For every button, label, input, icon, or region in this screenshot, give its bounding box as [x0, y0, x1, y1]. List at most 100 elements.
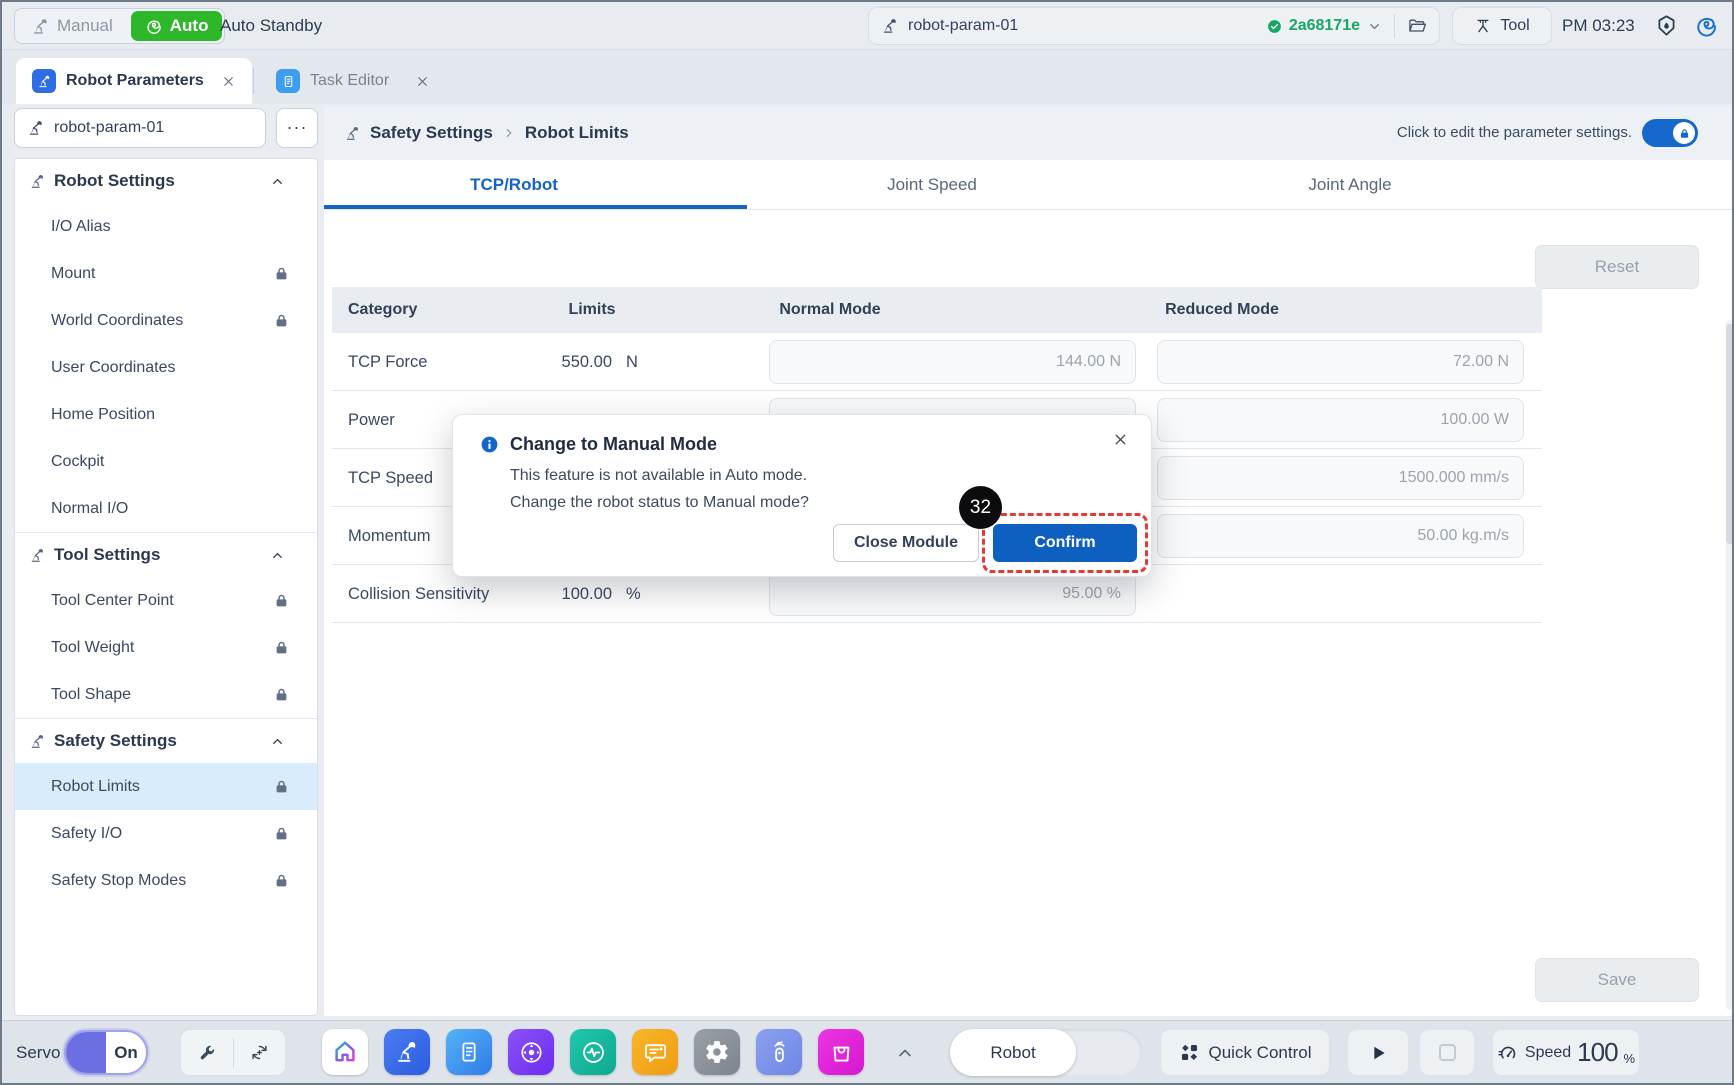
app-task-editor-button[interactable]: [446, 1029, 492, 1075]
row-category: TCP Speed: [348, 449, 433, 507]
reduced-mode-input[interactable]: 72.00 N: [1157, 340, 1524, 384]
spiral-icon[interactable]: [1694, 13, 1719, 38]
item-label: Home Position: [51, 406, 155, 423]
auto-swirl-icon: [145, 17, 163, 35]
section-robot-settings[interactable]: Robot Settings: [15, 159, 317, 203]
confirm-button[interactable]: Confirm: [993, 524, 1137, 562]
tab-label: Robot Parameters: [66, 72, 204, 90]
sidebar-item-safety-io[interactable]: Safety I/O: [15, 810, 317, 857]
header-limits: Limits: [568, 287, 615, 333]
check-circle-icon: [1266, 18, 1283, 35]
wrench-button[interactable]: [181, 1043, 233, 1063]
lock-icon: [274, 687, 289, 702]
item-label: Tool Center Point: [51, 592, 174, 609]
chevron-down-icon[interactable]: [1367, 19, 1382, 34]
sidebar-item-safety-stop-modes[interactable]: Safety Stop Modes: [15, 857, 317, 904]
clock-time: PM 03:23: [1562, 2, 1635, 50]
robot-arm-icon: [881, 17, 899, 35]
item-label: Tool Shape: [51, 686, 131, 703]
tool-label: Tool: [1500, 17, 1529, 35]
normal-mode-input[interactable]: 95.00 %: [769, 572, 1136, 616]
sidebar-item-user-coordinates[interactable]: User Coordinates: [15, 344, 317, 391]
content-scrollbar[interactable]: [1726, 320, 1734, 1010]
chevron-up-icon: [270, 734, 285, 749]
tab-joint-speed[interactable]: Joint Speed: [887, 160, 977, 210]
manual-mode-button[interactable]: Manual: [15, 9, 129, 43]
controller-icon[interactable]: [1654, 13, 1679, 38]
quick-control-button[interactable]: Quick Control: [1160, 1029, 1330, 1076]
stop-button[interactable]: [1419, 1029, 1475, 1076]
chat-message-icon: [642, 1039, 669, 1066]
parameter-file-selector[interactable]: robot-param-01 2a68171e: [868, 7, 1440, 45]
robot-arm-icon: [29, 547, 46, 564]
close-module-button[interactable]: Close Module: [833, 524, 979, 562]
chevron-up-icon: [270, 548, 285, 563]
sidebar-item-tool-shape[interactable]: Tool Shape: [15, 671, 317, 718]
sidebar-item-home-position[interactable]: Home Position: [15, 391, 317, 438]
dock-collapse-chevron-icon[interactable]: [895, 1043, 915, 1063]
scroll-thumb[interactable]: [1726, 324, 1734, 544]
row-category: TCP Force: [348, 333, 427, 391]
parameter-name-field[interactable]: robot-param-01: [14, 108, 266, 148]
quick-control-grid-icon: [1179, 1042, 1200, 1063]
tab-joint-angle[interactable]: Joint Angle: [1308, 160, 1391, 210]
app-store-button[interactable]: [818, 1029, 864, 1075]
item-label: Robot Limits: [51, 778, 140, 795]
dialog-message-line1: This feature is not available in Auto mo…: [510, 467, 807, 485]
quick-control-label: Quick Control: [1209, 1043, 1312, 1063]
auto-mode-button[interactable]: Auto: [131, 11, 223, 41]
app-log-button[interactable]: [632, 1029, 678, 1075]
sidebar-more-button[interactable]: ···: [276, 108, 318, 148]
speed-value: 100: [1577, 1037, 1617, 1068]
app-settings-button[interactable]: [694, 1029, 740, 1075]
header-normal-mode: Normal Mode: [779, 287, 880, 333]
sidebar-item-tool-center-point[interactable]: Tool Center Point: [15, 577, 317, 624]
tab-task-editor[interactable]: Task Editor: [260, 58, 446, 104]
robot-mode-toggle[interactable]: Robot: [950, 1029, 1142, 1076]
sidebar-item-io-alias[interactable]: I/O Alias: [15, 203, 317, 250]
sidebar-item-tool-weight[interactable]: Tool Weight: [15, 624, 317, 671]
app-jog-button[interactable]: [508, 1029, 554, 1075]
app-home-button[interactable]: [322, 1029, 368, 1075]
open-folder-icon[interactable]: [1407, 16, 1427, 36]
reduced-mode-input[interactable]: 1500.000 mm/s: [1157, 456, 1524, 500]
section-tool-settings[interactable]: Tool Settings: [15, 533, 317, 577]
speed-control[interactable]: Speed 100 %: [1492, 1029, 1640, 1076]
tab-tcp-robot[interactable]: TCP/Robot: [470, 160, 558, 210]
app-remote-button[interactable]: [756, 1029, 802, 1075]
sidebar-item-robot-limits[interactable]: Robot Limits: [15, 763, 317, 810]
table-row-tcp-force: TCP Force 550.00 N 144.00 N 72.00 N: [332, 333, 1542, 391]
close-tab-icon[interactable]: [415, 74, 430, 89]
reset-button[interactable]: Reset: [1535, 245, 1699, 289]
tab-robot-parameters[interactable]: Robot Parameters: [16, 58, 252, 104]
close-tab-icon[interactable]: [221, 74, 236, 89]
app-monitoring-button[interactable]: [570, 1029, 616, 1075]
save-button[interactable]: Save: [1535, 958, 1699, 1002]
sidebar-item-mount[interactable]: Mount: [15, 250, 317, 297]
item-label: Mount: [51, 265, 95, 282]
step-badge: 32: [959, 486, 1002, 529]
close-dialog-icon[interactable]: [1112, 431, 1129, 448]
edit-lock-toggle[interactable]: [1642, 119, 1698, 147]
sidebar-item-normal-io[interactable]: Normal I/O: [15, 485, 317, 532]
sidebar-item-world-coordinates[interactable]: World Coordinates: [15, 297, 317, 344]
settings-navigation: Robot Settings I/O Alias Mount World Coo…: [14, 158, 318, 1016]
tool-button[interactable]: Tool: [1452, 7, 1552, 45]
active-tab-underline: [324, 205, 747, 209]
servo-toggle[interactable]: On: [64, 1030, 148, 1075]
normal-mode-input[interactable]: 144.00 N: [769, 340, 1136, 384]
reduced-mode-input[interactable]: 50.00 kg.m/s: [1157, 514, 1524, 558]
jog-dpad-icon: [518, 1039, 545, 1066]
sidebar-item-cockpit[interactable]: Cockpit: [15, 438, 317, 485]
item-label: Safety I/O: [51, 825, 122, 842]
reduced-mode-input[interactable]: 100.00 W: [1157, 398, 1524, 442]
manual-mode-label: Manual: [57, 16, 113, 36]
breadcrumb-section[interactable]: Safety Settings: [370, 123, 493, 143]
limits-tab-bar: TCP/Robot Joint Speed Joint Angle: [324, 160, 1734, 210]
section-safety-settings[interactable]: Safety Settings: [15, 719, 317, 763]
chevron-up-icon: [270, 174, 285, 189]
sync-move-button[interactable]: [234, 1042, 286, 1063]
app-robot-parameters-button[interactable]: [384, 1029, 430, 1075]
play-button[interactable]: [1347, 1029, 1409, 1076]
header-category: Category: [348, 287, 417, 333]
